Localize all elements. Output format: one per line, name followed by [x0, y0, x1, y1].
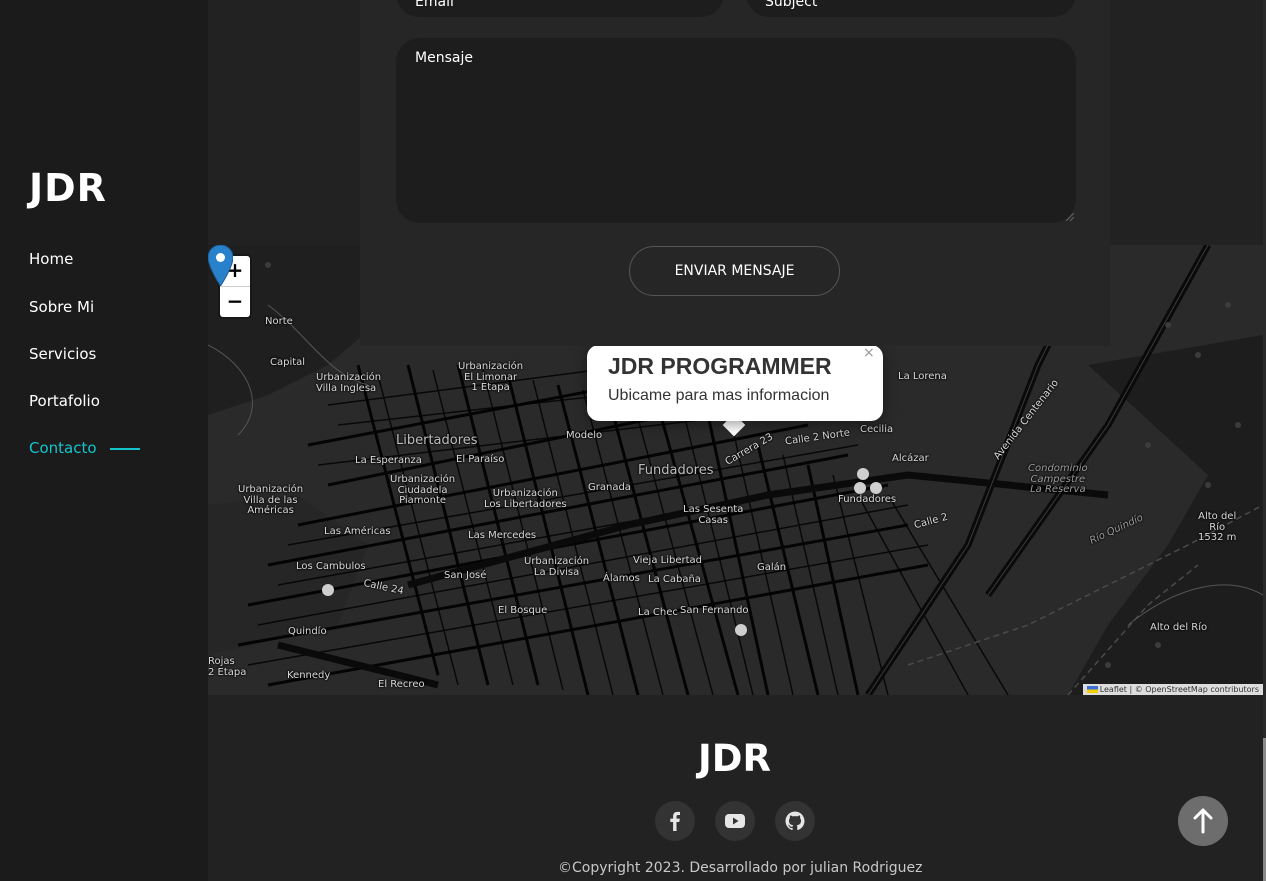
map-label-granada: Granada: [588, 482, 631, 493]
map-label-el-bosque: El Bosque: [498, 605, 548, 616]
map-label-piamonte: Urbanización Ciudadela Piamonte: [390, 474, 456, 506]
youtube-button[interactable]: [715, 801, 755, 841]
map-label-rojas: Rojas 2 Etapa: [208, 656, 247, 678]
popup-subtitle: Ubicame para mas informacion: [608, 387, 830, 404]
map-label-modelo: Modelo: [566, 430, 603, 441]
nav-sobre-mi[interactable]: Sobre Mi: [29, 298, 94, 316]
map-label-limonar: Urbanización El Limonar 1 Etapa: [458, 361, 524, 393]
map-label-fundadores-2: Fundadores: [838, 494, 897, 505]
facebook-button[interactable]: [655, 801, 695, 841]
email-label: Email: [415, 0, 454, 10]
youtube-icon: [725, 814, 745, 828]
map-label-la-lorena: La Lorena: [898, 371, 947, 382]
nav-contacto[interactable]: Contacto: [29, 439, 97, 457]
map-label-alcazar: Alcázar: [892, 453, 929, 464]
map-label-vieja-libertad: Vieja Libertad: [633, 555, 702, 566]
map-label-los-cambulos: Los Cambulos: [296, 561, 366, 572]
map-label-quindio: Quindío: [288, 626, 327, 637]
map-label-fundadores: Fundadores: [638, 463, 714, 478]
map-label-alto-rio-1: Alto del Río 1532 m: [1198, 511, 1237, 543]
map-label-el-paraiso: El Paraíso: [456, 454, 505, 465]
nav-portafolio[interactable]: Portafolio: [29, 392, 100, 410]
nav-servicios[interactable]: Servicios: [29, 345, 96, 363]
map-label-las-mercedes: Las Mercedes: [468, 530, 537, 541]
arrow-up-icon: [1193, 808, 1213, 834]
map-popup: JDR PROGRAMMER Ubicame para mas informac…: [587, 345, 883, 421]
map-label-cecilia: Cecilia: [860, 424, 894, 435]
map-label-condominio: Condominio Campestre La Reserva: [1028, 463, 1088, 495]
map-label-san-fernando: San Fernando: [680, 605, 749, 616]
map-label-norte: Norte: [265, 316, 293, 327]
map-label-libertadores: Libertadores: [396, 433, 478, 448]
message-field[interactable]: Mensaje: [396, 38, 1076, 223]
send-message-button[interactable]: ENVIAR MENSAJE: [629, 246, 840, 296]
map-label-sesenta-casas: Las Sesenta Casas: [683, 504, 744, 526]
map-attribution[interactable]: Leaflet | © OpenStreetMap contributors: [1082, 684, 1263, 695]
map-label-san-jose: San José: [444, 570, 487, 581]
popup-close-button[interactable]: ×: [863, 345, 875, 361]
back-to-top-button[interactable]: [1178, 796, 1228, 846]
map-label-kennedy: Kennedy: [287, 670, 331, 681]
map-label-villa-americas: Urbanización Villa de las Américas: [238, 484, 304, 516]
map-label-capital: Capital: [270, 357, 306, 368]
map-label-el-recreo: El Recreo: [378, 679, 425, 690]
map-label-la-esperanza: La Esperanza: [355, 455, 422, 466]
footer-logo: JDR: [698, 737, 771, 780]
github-button[interactable]: [775, 801, 815, 841]
subject-label: Subject: [765, 0, 818, 10]
nav-home[interactable]: Home: [29, 250, 73, 268]
ukraine-flag-icon: [1086, 686, 1098, 693]
map-label-villa-inglesa: Urbanización Villa Inglesa: [316, 372, 382, 394]
map-label-galan: Galán: [757, 562, 787, 573]
resize-handle-icon[interactable]: [1066, 213, 1074, 221]
facebook-icon: [670, 811, 680, 831]
subject-field[interactable]: Subject: [746, 0, 1076, 17]
map-label-alto-rio-2: Alto del Río: [1150, 622, 1208, 633]
map-label-la-cabana: La Cabaña: [648, 574, 701, 585]
zoom-out-button[interactable]: −: [220, 287, 250, 317]
message-label: Mensaje: [415, 50, 473, 66]
sidebar: JDR Home Sobre Mi Servicios Portafolio C…: [0, 0, 208, 881]
active-indicator: [110, 448, 140, 450]
map-label-la-chec: La Chec: [638, 607, 678, 618]
popup-title: JDR PROGRAMMER: [608, 353, 832, 379]
email-field[interactable]: Email: [396, 0, 724, 17]
attribution-text: Leaflet | © OpenStreetMap contributors: [1099, 685, 1259, 694]
copyright-text: ©Copyright 2023. Desarrollado por julian…: [558, 860, 923, 876]
map-label-alamos: Álamos: [603, 573, 640, 584]
map-label-las-americas: Las Américas: [324, 526, 391, 537]
github-icon: [785, 811, 805, 831]
map-label-la-divisa: Urbanización La Divisa: [524, 556, 590, 578]
map-label-urb-libertadores: Urbanización Los Libertadores: [484, 488, 567, 510]
sidebar-logo[interactable]: JDR: [29, 166, 107, 210]
location-marker-icon[interactable]: [208, 245, 233, 286]
